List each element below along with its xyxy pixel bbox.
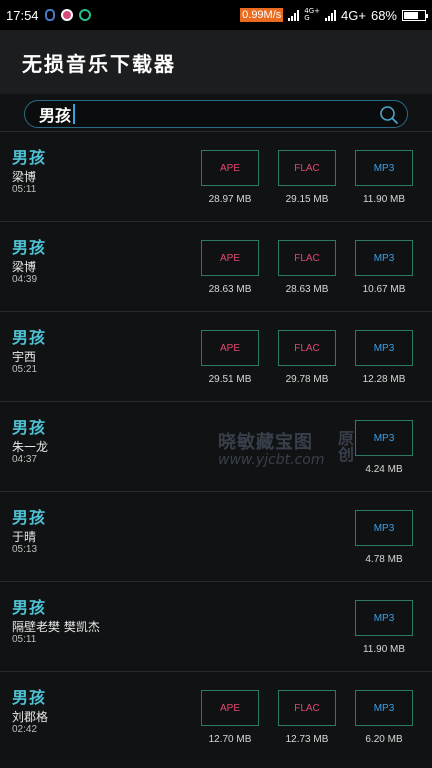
mp3-file-size: 11.90 MB: [362, 194, 406, 205]
text-cursor: [73, 104, 76, 124]
status-time: 17:54: [6, 7, 39, 23]
mp3-file-size: 6.20 MB: [365, 734, 403, 745]
mp3-download: MP3 4.24 MB: [355, 402, 413, 475]
network-type: 4G+: [341, 7, 366, 23]
mp3-download-button[interactable]: MP3: [355, 330, 413, 366]
mp3-download-button[interactable]: MP3: [355, 600, 413, 636]
network-type-small: 4G+ G: [304, 8, 320, 22]
ape-download-button[interactable]: APE: [201, 330, 259, 366]
flac-download-button[interactable]: FLAC: [278, 690, 336, 726]
mp3-file-size: 4.24 MB: [365, 464, 403, 475]
app-bar: 无损音乐下载器: [0, 30, 432, 94]
ape-download-button[interactable]: APE: [201, 240, 259, 276]
flac-file-size: 29.78 MB: [285, 374, 329, 385]
ape-download-button[interactable]: APE: [201, 150, 259, 186]
song-duration: 05:11: [12, 634, 37, 645]
song-artist: 宇西: [12, 350, 37, 364]
flac-file-size: 12.73 MB: [285, 734, 329, 745]
ape-download-button[interactable]: APE: [201, 690, 259, 726]
list-item[interactable]: 男孩梁博 05:11 APE 28.97 MB FLAC 29.15 MB MP3 11.90…: [0, 131, 432, 221]
song-duration: 05:21: [12, 364, 38, 375]
list-item[interactable]: 男孩宇西 05:21 APE 29.51 MB FLAC 29.78 MB MP3 12.28…: [0, 311, 432, 401]
song-duration: 05:11: [12, 184, 37, 195]
mp3-download: MP3 4.78 MB: [355, 492, 413, 565]
song-title: 男孩: [12, 148, 47, 167]
mp3-download: MP3 6.20 MB: [355, 672, 413, 745]
song-duration: 04:39: [12, 274, 38, 285]
flac-download: FLAC 29.15 MB: [278, 132, 336, 205]
search-input[interactable]: 男孩: [24, 100, 408, 128]
battery-icon: [402, 9, 428, 21]
search-bar: 男孩: [0, 94, 432, 132]
network-speed: 0.99M/s: [240, 8, 284, 22]
song-artist: 隔壁老樊 樊凯杰: [12, 620, 100, 634]
song-artist: 于晴: [12, 530, 37, 544]
song-artist: 梁博: [12, 170, 37, 184]
signal-icon-2: [325, 9, 337, 21]
signal-icon: [288, 9, 300, 21]
battery-percent: 68%: [370, 7, 397, 23]
mp3-download: MP3 11.90 MB: [355, 132, 413, 205]
list-item[interactable]: 男孩刘郡格 02:42 APE 12.70 MB FLAC 12.73 MB MP3 6.20…: [0, 671, 432, 761]
ape-file-size: 29.51 MB: [208, 374, 252, 385]
ape-download: APE 28.63 MB: [201, 222, 259, 295]
mp3-file-size: 10.67 MB: [362, 284, 406, 295]
song-artist: 梁博: [12, 260, 37, 274]
mp3-file-size: 11.90 MB: [362, 644, 406, 655]
ape-file-size: 28.63 MB: [208, 284, 252, 295]
song-duration: 02:42: [12, 724, 38, 735]
list-item[interactable]: 男孩隔壁老樊 樊凯杰 05:11 MP3 11.90 MB: [0, 581, 432, 671]
mp3-download-button[interactable]: MP3: [355, 510, 413, 546]
song-title: 男孩: [12, 418, 47, 437]
flac-download: FLAC 29.78 MB: [278, 312, 336, 385]
music-app-icon: [60, 9, 73, 21]
mp3-file-size: 4.78 MB: [365, 554, 403, 565]
flac-download-button[interactable]: FLAC: [278, 150, 336, 186]
battery-level: [404, 11, 418, 19]
mp3-download: MP3 11.90 MB: [355, 582, 413, 655]
mp3-download: MP3 12.28 MB: [355, 312, 413, 385]
ape-file-size: 28.97 MB: [208, 194, 252, 205]
flac-file-size: 28.63 MB: [285, 284, 329, 295]
song-title: 男孩: [12, 238, 47, 257]
song-title: 男孩: [12, 328, 47, 347]
song-title: 男孩: [12, 688, 47, 707]
flac-download: FLAC 12.73 MB: [278, 672, 336, 745]
song-title: 男孩: [12, 508, 47, 527]
ape-file-size: 12.70 MB: [208, 734, 252, 745]
ape-download: APE 29.51 MB: [201, 312, 259, 385]
song-artist: 朱一龙: [12, 440, 49, 454]
song-duration: 04:37: [12, 454, 38, 465]
song-list: 男孩 梁博 05:11 APE 28.97 MB FLAC 29.15 MB MP3 11.90…: [0, 131, 432, 761]
qq-icon: [44, 9, 55, 21]
flac-file-size: 29.15 MB: [285, 194, 329, 205]
ape-download: APE 28.97 MB: [201, 132, 259, 205]
mp3-download-button[interactable]: MP3: [355, 420, 413, 456]
sync-icon: [78, 9, 91, 21]
ape-download: APE 12.70 MB: [201, 672, 259, 745]
mp3-download: MP3 10.67 MB: [355, 222, 413, 295]
search-icon[interactable]: [379, 105, 399, 125]
mp3-file-size: 12.28 MB: [362, 374, 406, 385]
mp3-download-button[interactable]: MP3: [355, 150, 413, 186]
mp3-download-button[interactable]: MP3: [355, 690, 413, 726]
mp3-download-button[interactable]: MP3: [355, 240, 413, 276]
song-artist: 刘郡格: [12, 710, 49, 724]
flac-download: FLAC 28.63 MB: [278, 222, 336, 295]
flac-download-button[interactable]: FLAC: [278, 240, 336, 276]
list-item[interactable]: 男孩梁博 04:39 APE 28.63 MB FLAC 28.63 MB MP3 10.67…: [0, 221, 432, 311]
list-item[interactable]: 男孩朱一龙 04:37 MP3 4.24 MB: [0, 401, 432, 491]
network-type-small-bottom: G: [304, 14, 310, 22]
song-title: 男孩: [12, 598, 47, 617]
search-query: 男孩: [39, 106, 72, 125]
flac-download-button[interactable]: FLAC: [278, 330, 336, 366]
app-title: 无损音乐下载器: [22, 51, 176, 76]
song-duration: 05:13: [12, 544, 38, 555]
list-item[interactable]: 男孩于晴 05:13 MP3 4.78 MB: [0, 491, 432, 581]
status-bar: 17:54 0.99M/s 4G+ G 4G+ 68%: [0, 0, 432, 30]
